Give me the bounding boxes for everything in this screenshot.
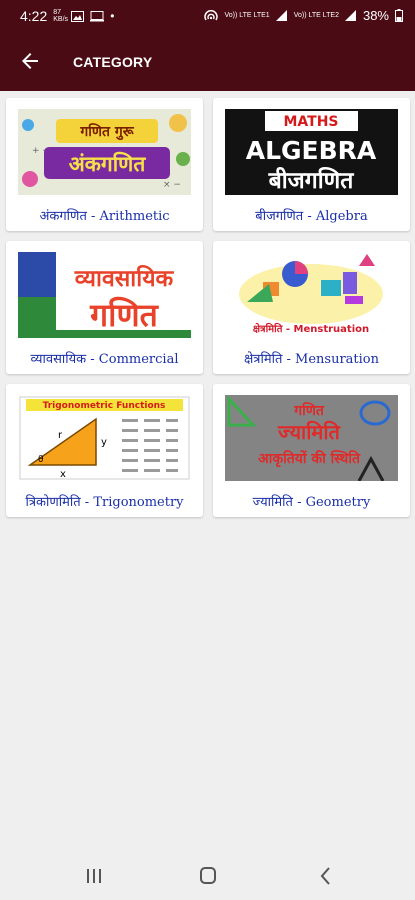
trig-thumb-x: x	[60, 469, 66, 480]
arithmetic-thumb-main: अंकगणित	[69, 151, 147, 176]
category-card-algebra[interactable]: MATHS ALGEBRA बीजगणित बीजगणित - Algebra	[213, 98, 410, 231]
gallery-icon	[71, 10, 85, 22]
algebra-thumb-mid: ALGEBRA	[246, 136, 377, 165]
category-card-geometry[interactable]: गणित ज्यामिति आकृतियों की स्थिति ज्यामित…	[213, 384, 410, 517]
algebra-thumb-bottom: बीजगणित	[268, 166, 355, 194]
geometry-thumb-line3: आकृतियों की स्थिति	[258, 450, 361, 468]
battery-text: 38%	[362, 8, 389, 23]
commercial-thumb-line2: गणित	[89, 296, 159, 334]
trig-thumb-title: Trigonometric Functions	[43, 401, 166, 411]
category-label-mensuration: क्षेत्रमिति - Mensuration	[243, 352, 380, 367]
trigonometry-thumbnail: Trigonometric Functions r y x θ	[18, 395, 191, 481]
commercial-thumb-line1: व्यावसायिक	[74, 264, 175, 292]
trig-thumb-theta: θ	[38, 455, 44, 465]
mensuration-thumbnail: क्षेत्रमिति - Menstruation	[225, 252, 398, 338]
category-label-algebra: बीजगणित - Algebra	[255, 209, 368, 224]
status-time: 4:22	[20, 8, 48, 24]
lte-label-2: Vo)) LTE LTE2	[293, 12, 339, 19]
status-right: Vo)) LTE LTE1 Vo)) LTE LTE2 38%	[204, 8, 403, 23]
notification-dot: •	[110, 9, 115, 23]
status-bar: 4:22 87 KB/s • Vo)) LTE LTE1 Vo)) LTE LT…	[0, 0, 415, 33]
commercial-thumbnail: व्यावसायिक गणित	[18, 252, 191, 338]
category-label-arithmetic: अंकगणित - Arithmetic	[39, 209, 170, 224]
net-speed: 87 KB/s	[53, 9, 69, 23]
mensuration-thumb-caption: क्षेत्रमिति - Menstruation	[253, 322, 369, 335]
trig-thumb-y: y	[101, 437, 107, 448]
status-left: 4:22 87 KB/s •	[20, 8, 114, 24]
recent-apps-icon[interactable]	[82, 866, 106, 886]
category-label-geometry: ज्यामिति - Geometry	[252, 495, 371, 510]
system-nav-bar	[0, 852, 415, 900]
geometry-thumb-line2: ज्यामिति	[277, 420, 342, 444]
category-card-arithmetic[interactable]: + ÷ × − गणित गुरू अंकगणित अंकगणित - Arith…	[6, 98, 203, 231]
signal-icon-1	[275, 10, 287, 21]
algebra-thumb-top: MATHS	[283, 114, 338, 130]
category-label-commercial: व्यावसायिक - Commercial	[30, 352, 179, 367]
svg-text:× −: × −	[163, 180, 181, 190]
nav-back-icon[interactable]	[314, 866, 338, 886]
category-label-trigonometry: त्रिकोणमिति - Trigonometry	[25, 495, 184, 510]
app-bar: CATEGORY	[0, 33, 415, 91]
arithmetic-thumb-top: गणित गुरू	[79, 123, 134, 141]
page-title: CATEGORY	[73, 54, 153, 70]
lte-label-1: Vo)) LTE LTE1	[224, 12, 270, 19]
geometry-thumb-line1: गणित	[293, 402, 325, 419]
screen-icon	[90, 10, 105, 21]
battery-icon	[395, 9, 403, 22]
category-card-mensuration[interactable]: क्षेत्रमिति - Menstruation क्षेत्रमिति -…	[213, 241, 410, 374]
algebra-thumbnail: MATHS ALGEBRA बीजगणित	[225, 109, 398, 195]
signal-icon-2	[344, 10, 356, 21]
home-icon[interactable]	[196, 866, 220, 886]
hotspot-icon	[204, 9, 219, 20]
back-arrow-icon[interactable]	[18, 49, 42, 73]
geometry-thumbnail: गणित ज्यामिति आकृतियों की स्थिति	[225, 395, 398, 481]
arithmetic-thumbnail: + ÷× − गणित गुरू अंकगणित	[18, 109, 191, 195]
category-card-trigonometry[interactable]: Trigonometric Functions r y x θ त्रिकोणम…	[6, 384, 203, 517]
category-card-commercial[interactable]: व्यावसायिक गणित व्यावसायिक - Commercial	[6, 241, 203, 374]
